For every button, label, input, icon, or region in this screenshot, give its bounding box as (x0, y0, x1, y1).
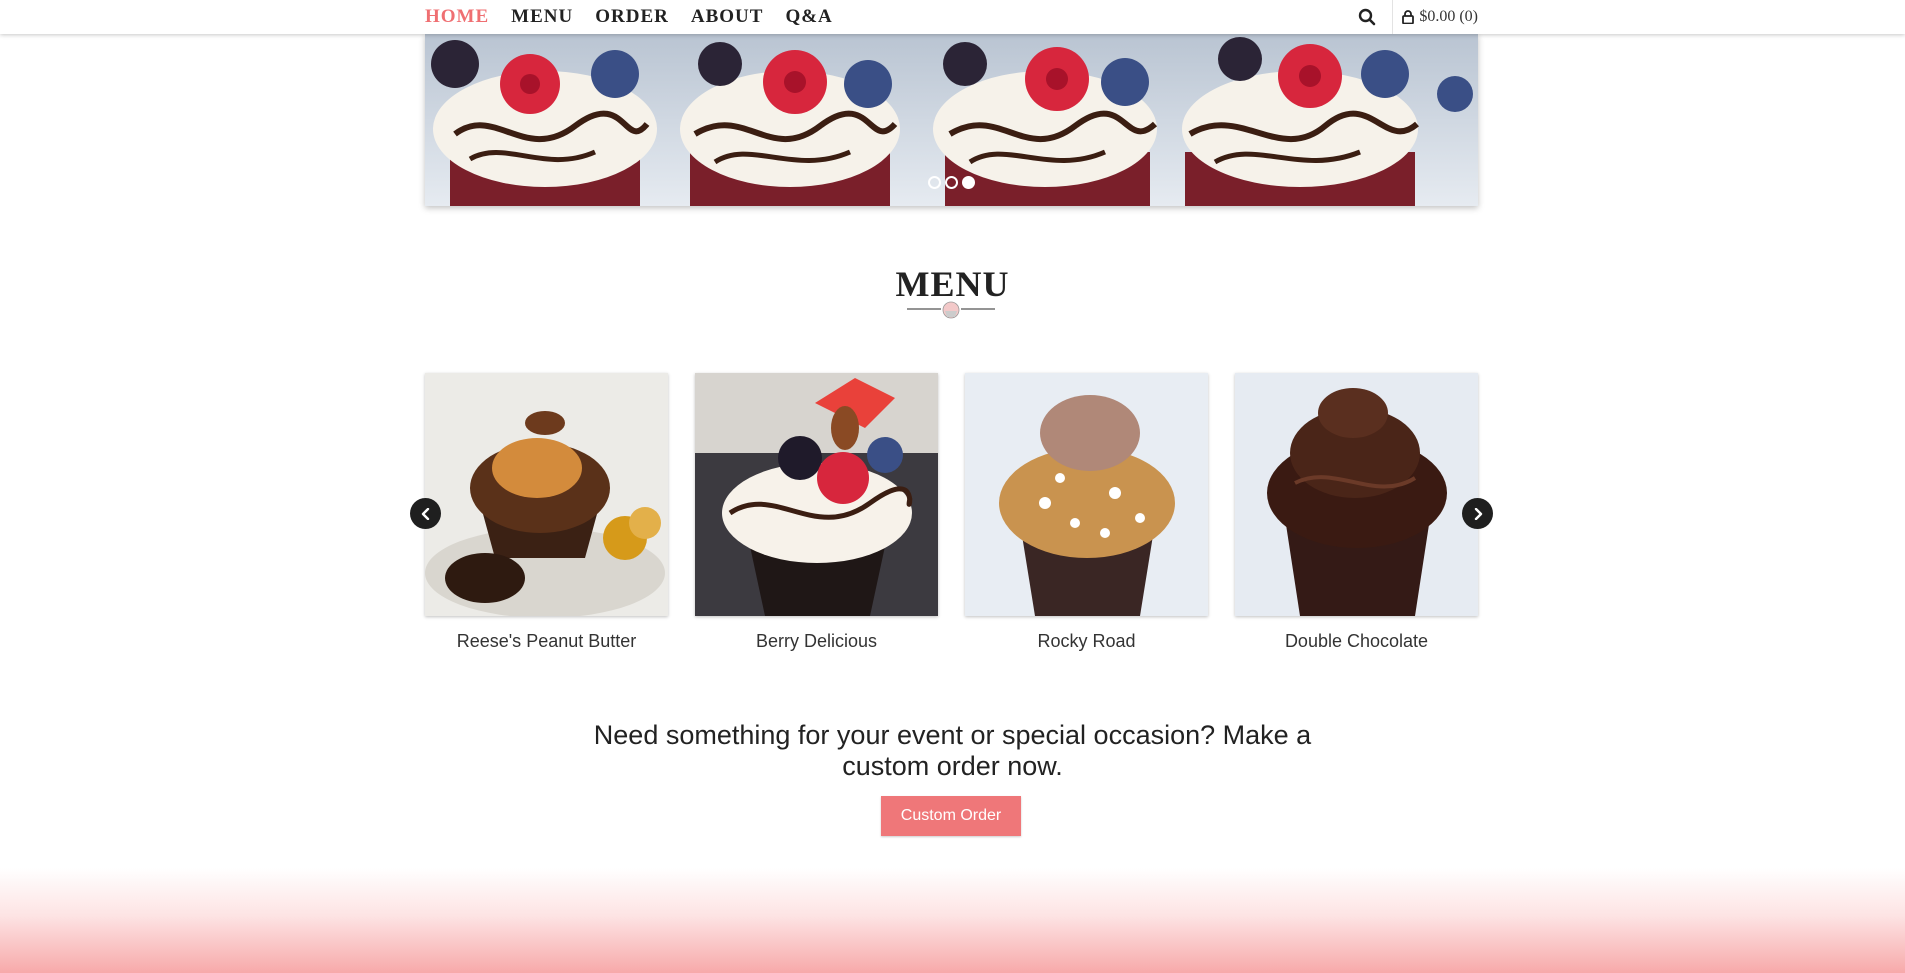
lock-icon (1402, 10, 1415, 24)
slider-dot-2[interactable] (945, 176, 958, 189)
slider-dot-1[interactable] (928, 176, 941, 189)
product-name: Double Chocolate (1284, 631, 1429, 651)
cupcake-icon (907, 301, 995, 319)
carousel-next-button[interactable] (1462, 498, 1493, 529)
nav-container: HOME MENU ORDER ABOUT Q&A $0.00 (0) (425, 0, 1478, 34)
nav-links: HOME MENU ORDER ABOUT Q&A (425, 0, 855, 34)
hero-slider[interactable] (425, 34, 1478, 206)
product-name: Reese's Peanut Butter (456, 631, 637, 651)
product-card[interactable]: Berry Delicious (695, 373, 938, 652)
custom-order-prompt: Need something for your event or special… (0, 720, 1905, 782)
search-icon (1359, 8, 1376, 26)
product-image (425, 373, 668, 616)
product-card[interactable]: Reese's Peanut Butter (425, 373, 668, 652)
section-title: MENU (895, 264, 1010, 304)
slider-dot-3[interactable] (962, 176, 975, 189)
carousel-prev-button[interactable] (410, 498, 441, 529)
product-image (965, 373, 1208, 616)
nav-about[interactable]: ABOUT (691, 6, 764, 28)
nav-menu[interactable]: MENU (511, 6, 573, 28)
nav-order[interactable]: ORDER (595, 6, 669, 28)
footer-gradient (0, 868, 1905, 973)
search-button[interactable] (1354, 4, 1380, 30)
chevron-left-icon (421, 507, 429, 520)
product-image (695, 373, 938, 616)
custom-order-text: Need something for your event or special… (593, 720, 1312, 781)
product-card[interactable]: Rocky Road (965, 373, 1208, 652)
product-name: Berry Delicious (755, 631, 878, 651)
cart-total: $0.00 (0) (1419, 8, 1478, 25)
top-navigation: HOME MENU ORDER ABOUT Q&A $0.00 (0) (0, 0, 1905, 34)
product-name: Rocky Road (1037, 631, 1136, 651)
nav-qa[interactable]: Q&A (785, 6, 832, 28)
cart-button[interactable]: $0.00 (0) (1402, 8, 1478, 26)
product-card[interactable]: Double Chocolate (1235, 373, 1478, 652)
nav-utilities: $0.00 (0) (1354, 0, 1478, 34)
nav-home[interactable]: HOME (425, 6, 489, 28)
product-image (1235, 373, 1478, 616)
chevron-right-icon (1474, 507, 1482, 520)
nav-divider (1392, 0, 1394, 34)
slider-pagination (425, 176, 1478, 189)
custom-order-button[interactable]: Custom Order (881, 796, 1021, 836)
product-carousel: Reese's Peanut Butter Berry Delicious Ro… (410, 373, 1493, 663)
